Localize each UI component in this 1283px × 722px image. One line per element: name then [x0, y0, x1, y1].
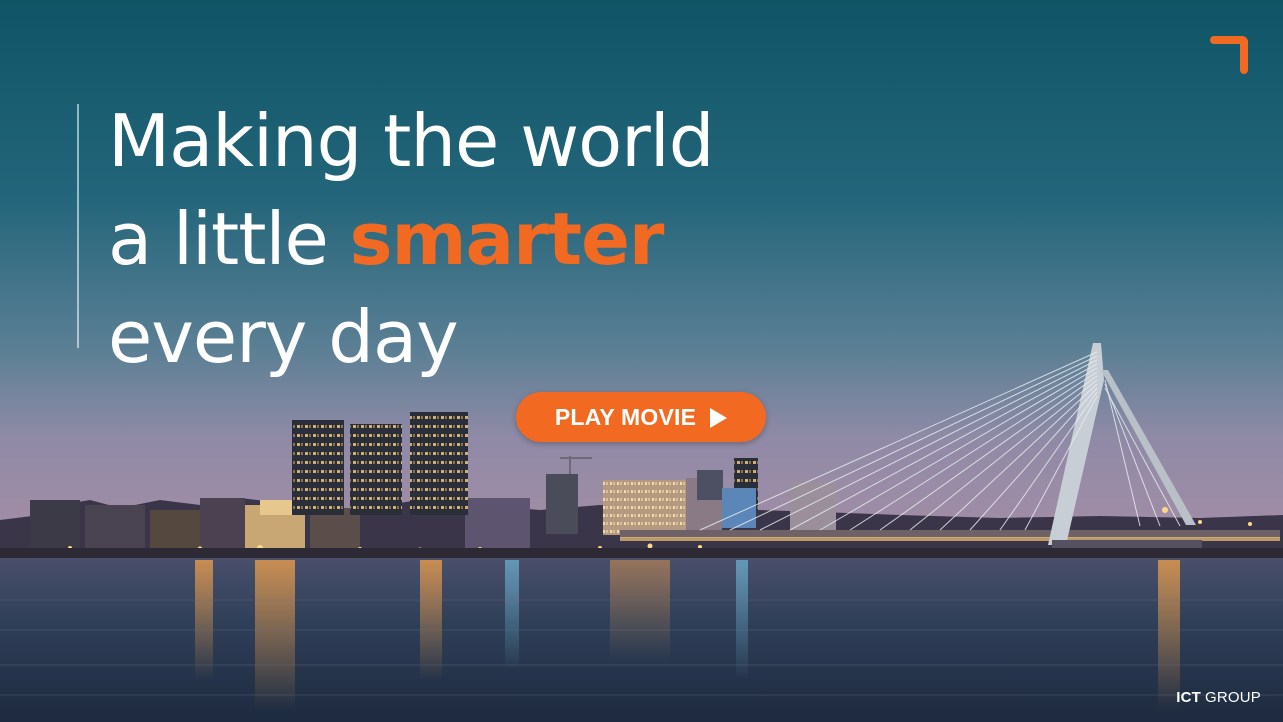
headline-line-1: Making the world: [108, 99, 714, 183]
brand-wordmark-strong: ICT: [1176, 689, 1201, 706]
headline-divider: [77, 104, 79, 348]
brand-wordmark: ICT GROUP: [1176, 689, 1261, 706]
play-movie-label: PLAY MOVIE: [554, 403, 697, 430]
headline-accent-word: smarter: [349, 197, 665, 281]
brand-wordmark-light: GROUP: [1204, 689, 1261, 706]
headline-line-2-prefix: a little: [108, 197, 350, 281]
hero-headline: Making the world a little smarter every …: [108, 92, 714, 386]
headline-line-2: a little smarter: [108, 190, 713, 288]
play-movie-button[interactable]: PLAY MOVIE: [516, 392, 766, 442]
corner-bracket-logo-icon: [1210, 36, 1248, 74]
play-icon: [710, 407, 728, 428]
headline-line-3: every day: [108, 295, 459, 379]
hero-banner: Making the world a little smarter every …: [0, 0, 1283, 722]
